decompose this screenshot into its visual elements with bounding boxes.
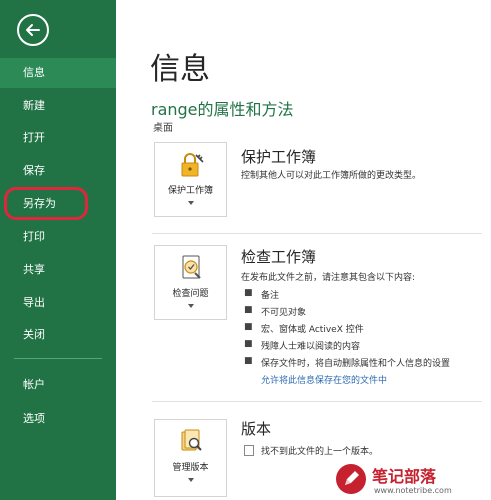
dropdown-caret-icon bbox=[188, 478, 194, 482]
nav-share[interactable]: 共享 bbox=[0, 255, 116, 285]
nav-save-as[interactable]: 另存为 bbox=[0, 189, 116, 219]
page-title: 信息 bbox=[150, 52, 210, 87]
watermark-title: 笔记部落 bbox=[372, 467, 437, 486]
document-icon bbox=[244, 445, 254, 456]
inspect-item: 不可见对象 bbox=[261, 308, 307, 318]
document-title: range的属性和方法 bbox=[151, 100, 294, 119]
nav-open[interactable]: 打开 bbox=[0, 123, 116, 153]
nav-save[interactable]: 保存 bbox=[0, 156, 116, 186]
protect-workbook-button-label: 保护工作簿 bbox=[167, 186, 213, 196]
protect-workbook-button[interactable]: 保护工作簿 bbox=[154, 142, 227, 217]
nav-new[interactable]: 新建 bbox=[0, 91, 116, 121]
allow-save-info-link[interactable]: 允许将此信息保存在您的文件中 bbox=[261, 373, 387, 386]
bullet-icon: ■ bbox=[244, 322, 253, 332]
nav-info[interactable]: 信息 bbox=[0, 58, 116, 88]
dropdown-caret-icon bbox=[188, 304, 194, 308]
inspect-item: 宏、窗体或 ActiveX 控件 bbox=[261, 325, 364, 335]
check-for-issues-button[interactable]: 检查问题 bbox=[154, 245, 227, 320]
section-divider bbox=[152, 401, 482, 402]
bullet-icon: ■ bbox=[244, 305, 253, 315]
back-arrow-icon[interactable] bbox=[17, 14, 49, 46]
nav-options[interactable]: 选项 bbox=[0, 404, 116, 434]
protect-workbook-description: 控制其他人可以对此工作簿所做的更改类型。 bbox=[241, 171, 422, 181]
protect-workbook-title: 保护工作簿 bbox=[241, 148, 317, 166]
watermark: 笔记部落 www.notetribe.com bbox=[330, 462, 491, 500]
section-divider bbox=[152, 233, 482, 234]
bullet-icon: ■ bbox=[244, 339, 253, 349]
inspect-workbook-title: 检查工作簿 bbox=[241, 248, 317, 266]
lock-key-icon bbox=[179, 151, 205, 179]
document-location: 桌面 bbox=[153, 123, 173, 134]
document-search-icon bbox=[179, 428, 205, 456]
dropdown-caret-icon bbox=[188, 201, 194, 205]
nav-export[interactable]: 导出 bbox=[0, 288, 116, 318]
check-for-issues-button-label: 检查问题 bbox=[172, 289, 209, 299]
inspect-item: 备注 bbox=[261, 291, 280, 301]
versions-description: 找不到此文件的上一个版本。 bbox=[261, 447, 379, 457]
nav-print[interactable]: 打印 bbox=[0, 222, 116, 252]
inspect-workbook-description: 在发布此文件之前，请注意其包含以下内容: bbox=[241, 273, 416, 283]
document-check-icon bbox=[179, 254, 205, 282]
bullet-icon: ■ bbox=[244, 288, 253, 298]
bullet-icon: ■ bbox=[244, 356, 253, 366]
nav-account[interactable]: 帐户 bbox=[0, 370, 116, 400]
backstage-sidebar: 信息 新建 打开 保存 另存为 打印 共享 导出 关闭 帐户 选项 bbox=[0, 0, 116, 500]
manage-versions-button-label: 管理版本 bbox=[172, 463, 209, 473]
watermark-url: www.notetribe.com bbox=[374, 486, 452, 495]
manage-versions-button[interactable]: 管理版本 bbox=[154, 419, 227, 497]
nav-divider bbox=[14, 358, 102, 359]
versions-title: 版本 bbox=[241, 420, 272, 438]
pencil-logo-icon bbox=[336, 464, 366, 494]
inspect-item: 保存文件时，将自动删除属性和个人信息的设置 bbox=[261, 359, 451, 369]
inspect-item: 残障人士难以阅读的内容 bbox=[261, 342, 361, 352]
nav-close[interactable]: 关闭 bbox=[0, 320, 116, 350]
